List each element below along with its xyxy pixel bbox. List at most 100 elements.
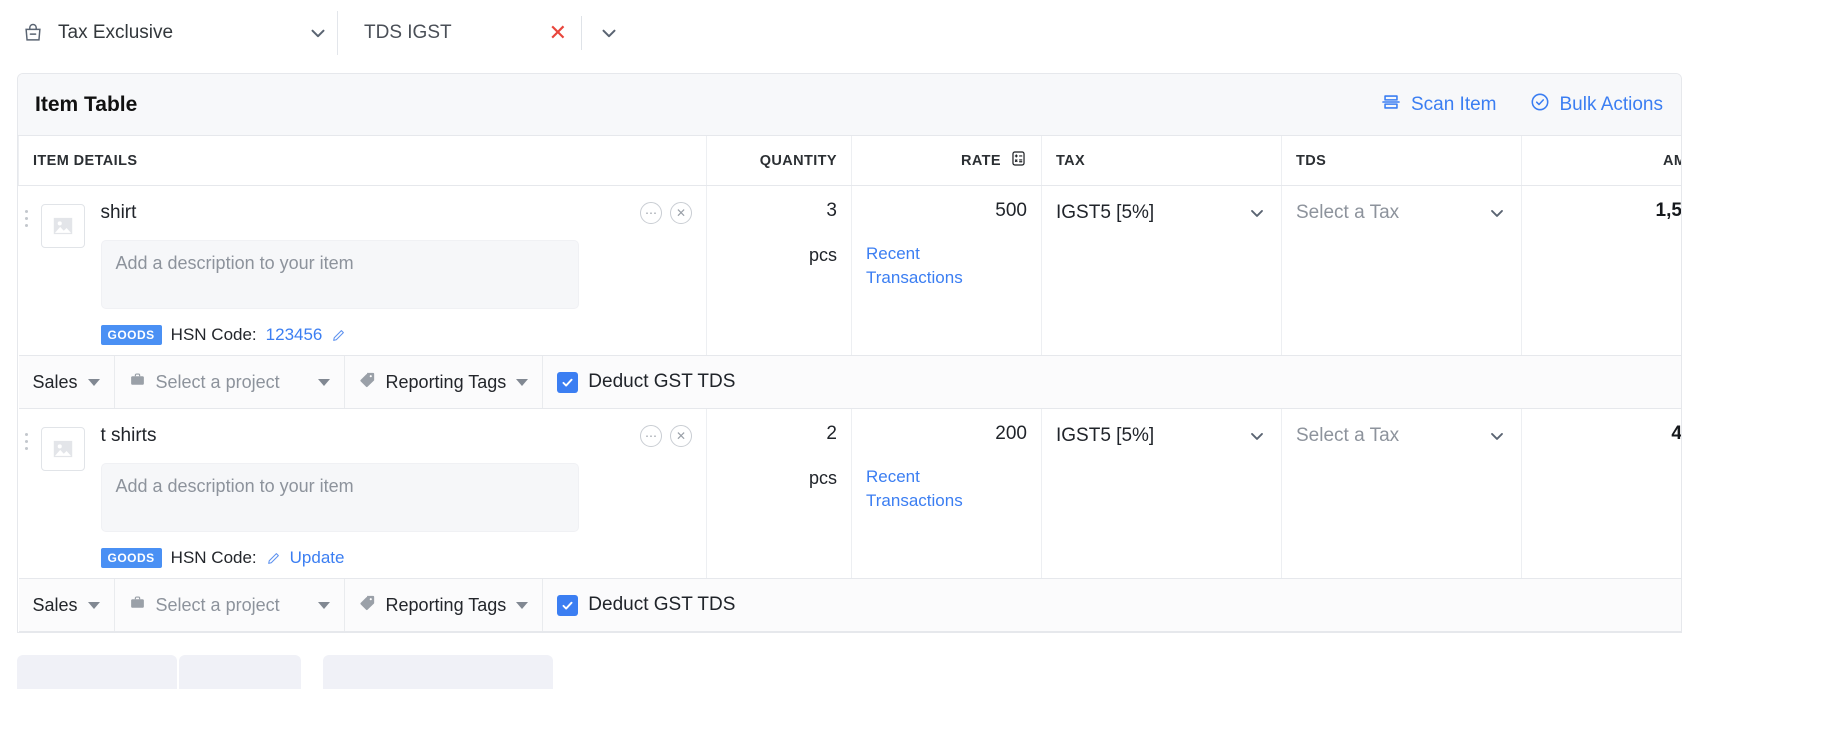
column-header-tax: TAX [1042,136,1282,186]
goods-badge: GOODS [101,325,162,345]
remove-item-icon[interactable]: ✕ [670,425,692,447]
chevron-down-icon [1247,426,1267,446]
deduct-gst-tds-checkbox[interactable] [557,372,578,393]
item-description-input[interactable]: Add a description to your item [101,240,579,309]
item-details-cell: t shirts ⋯ ✕ Add a description to your i… [19,409,707,579]
column-header-rate-label: RATE [961,153,1001,169]
tds-cell: Select a Tax [1282,186,1522,356]
amount-cell: 1,500.00 [1522,186,1683,356]
tax-select[interactable]: IGST5 [5%] [1056,423,1267,449]
tds-select-placeholder: Select a Tax [1296,202,1487,224]
tax-cell: IGST5 [5%] [1042,186,1282,356]
scan-item-button[interactable]: Scan Item [1380,91,1497,119]
close-icon[interactable]: ✕ [549,22,567,44]
project-select[interactable]: Select a project [115,579,345,631]
edit-pencil-icon[interactable] [331,328,346,343]
items-table-body: shirt ⋯ ✕ Add a description to your item… [19,186,1683,632]
chevron-down-icon[interactable] [307,22,329,44]
item-details-cell: shirt ⋯ ✕ Add a description to your item… [19,186,707,356]
amount-value: 1,500.00 [1536,200,1682,222]
calculator-icon[interactable] [1010,150,1027,171]
account-select-value: Sales [33,372,78,393]
recent-transactions-link[interactable]: Recent Transactions [866,465,966,513]
add-row-dropdown-button[interactable] [179,655,301,689]
add-new-row-button[interactable] [17,655,177,689]
tax-mode-select[interactable]: Tax Exclusive [22,13,337,53]
chip-divider [581,16,582,50]
item-options-row: Sales Select a project [19,579,1683,632]
remove-item-icon[interactable]: ✕ [670,202,692,224]
item-description-input[interactable]: Add a description to your item [101,463,579,532]
column-header-quantity: QUANTITY [707,136,852,186]
deduct-gst-tds-toggle[interactable]: Deduct GST TDS [543,579,749,631]
reporting-tags-label: Reporting Tags [386,595,507,616]
item-options-row: Sales Select a project [19,356,1683,409]
quantity-input[interactable]: 3 [721,200,837,222]
caret-down-icon [88,602,100,609]
edit-pencil-icon[interactable] [266,551,281,566]
header-actions: Scan Item Bulk Actions [1380,91,1663,119]
bulk-actions-label: Bulk Actions [1560,94,1664,116]
column-header-tds: TDS [1282,136,1522,186]
bulk-actions-button[interactable]: Bulk Actions [1529,91,1664,119]
quantity-unit[interactable]: pcs [721,245,837,266]
caret-down-icon [516,602,528,609]
tds-select[interactable]: Select a Tax [1296,200,1507,226]
project-select[interactable]: Select a project [115,356,345,408]
item-options-cell: Sales Select a project [19,356,1683,409]
briefcase-icon [129,371,146,393]
column-header-rate: RATE [852,136,1042,186]
reporting-tags-label: Reporting Tags [386,372,507,393]
chevron-down-icon [1487,203,1507,223]
hsn-update-link[interactable]: Update [290,548,345,568]
rate-cell: 500 Recent Transactions [852,186,1042,356]
drag-handle-icon[interactable] [19,196,35,227]
reporting-tags-select[interactable]: Reporting Tags [345,579,544,631]
scan-item-label: Scan Item [1411,94,1497,116]
tds-select[interactable]: Select a Tax [1296,423,1507,449]
deduct-gst-tds-toggle[interactable]: Deduct GST TDS [543,356,749,408]
tax-select-value: IGST5 [5%] [1056,202,1247,224]
tds-cell: Select a Tax [1282,409,1522,579]
hsn-code-row: GOODS HSN Code: Update [101,548,693,568]
tds-select-placeholder: Select a Tax [1296,425,1487,447]
item-image-placeholder-icon[interactable] [41,427,85,471]
rate-input[interactable]: 500 [866,200,1027,222]
rate-input[interactable]: 200 [866,423,1027,445]
item-image-placeholder-icon[interactable] [41,204,85,248]
column-header-amount: AMOUNT [1522,136,1683,186]
item-name[interactable]: t shirts [101,425,633,447]
chevron-down-icon[interactable] [598,22,620,44]
items-table: ITEM DETAILS QUANTITY RATE [18,136,1682,632]
add-items-in-bulk-button[interactable] [323,655,553,689]
tag-icon [359,371,376,393]
quantity-input[interactable]: 2 [721,423,837,445]
account-select-value: Sales [33,595,78,616]
tax-cell: IGST5 [5%] [1042,409,1282,579]
more-options-icon[interactable]: ⋯ [640,425,662,447]
reporting-tags-select[interactable]: Reporting Tags [345,356,544,408]
quantity-unit[interactable]: pcs [721,468,837,489]
account-select[interactable]: Sales [19,356,115,408]
table-row: t shirts ⋯ ✕ Add a description to your i… [19,409,1683,579]
more-options-icon[interactable]: ⋯ [640,202,662,224]
chevron-down-icon [1487,426,1507,446]
item-name[interactable]: shirt [101,202,633,224]
caret-down-icon [318,602,330,609]
tds-tax-chip[interactable]: TDS IGST ✕ [338,13,628,53]
tax-select[interactable]: IGST5 [5%] [1056,200,1267,226]
deduct-gst-tds-checkbox[interactable] [557,595,578,616]
caret-down-icon [516,379,528,386]
quantity-cell: 2 pcs [707,409,852,579]
recent-transactions-link[interactable]: Recent Transactions [866,242,966,290]
hsn-code-label: HSN Code: [171,325,257,345]
hsn-code-value[interactable]: 123456 [266,325,323,345]
bottom-action-buttons [17,655,1834,689]
item-options-cell: Sales Select a project [19,579,1683,632]
drag-handle-icon[interactable] [19,419,35,450]
bag-minus-icon [22,22,44,44]
deduct-gst-tds-label: Deduct GST TDS [588,371,735,393]
project-select-placeholder: Select a project [156,372,308,393]
amount-cell: 400.00 [1522,409,1683,579]
account-select[interactable]: Sales [19,579,115,631]
